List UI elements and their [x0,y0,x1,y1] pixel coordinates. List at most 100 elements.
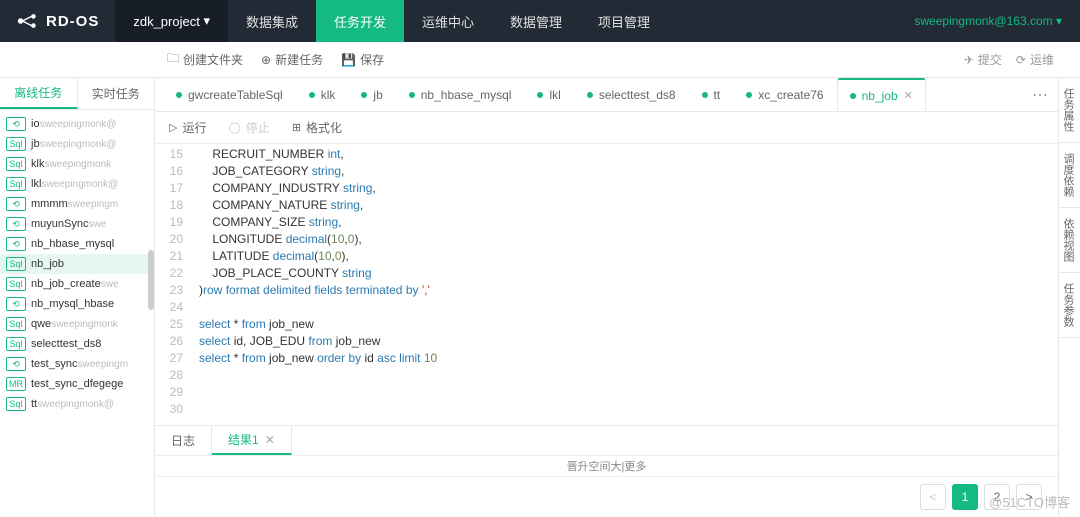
logo-icon [16,12,38,30]
result-tab[interactable]: 结果1✕ [212,426,292,455]
send-icon: ✈ [964,53,974,67]
save-button[interactable]: 💾保存 [341,51,384,68]
nav-task-dev[interactable]: 任务开发 [316,0,404,42]
workspace-toolbar: 🗀创建文件夹 ⊕新建任务 💾保存 ✈提交 ⟳运维 [0,42,1080,78]
nav-data-mgmt[interactable]: 数据管理 [492,0,580,42]
type-badge: Sql [6,137,26,151]
type-badge: Sql [6,157,26,171]
tree-item[interactable]: ⟲ nb_mysql_hbase [0,294,154,314]
file-tab[interactable]: nb_hbase_mysql [396,78,525,111]
file-tab[interactable]: jb [348,78,395,111]
tree-item-label: nb_job_create [31,278,101,290]
file-tabs: gwcreateTableSql klkjbnb_hbase_mysql lkl se… [155,78,1058,112]
dirty-dot-icon [587,92,593,98]
right-panel-tab[interactable]: 任务参数 [1059,273,1080,338]
file-tab[interactable]: selecttest_ds8 [574,78,689,111]
new-task-button[interactable]: ⊕新建任务 [261,51,323,68]
right-side-panels: 任务属性调度依赖依赖视图任务参数 [1058,78,1080,517]
code-content[interactable]: RECRUIT_NUMBER int, JOB_CATEGORY string,… [191,144,1058,425]
type-badge: ⟲ [6,357,26,371]
editor-toolbar: ▷运行 ◯停止 ⊞格式化 [155,112,1058,144]
close-icon[interactable]: ✕ [904,89,913,102]
tree-item-label: io [31,118,40,130]
nav-ops-center[interactable]: 运维中心 [404,0,492,42]
dirty-dot-icon [309,92,315,98]
file-tab[interactable]: tt [689,78,734,111]
sidebar-tabs: 离线任务 实时任务 [0,78,154,110]
task-tree[interactable]: ⟲iosweepingmonk@Sqljbsweepingmonk@Sqlklk… [0,110,154,517]
file-tab[interactable]: gwcreateTableSql [163,78,296,111]
file-tab-label: klk [321,88,336,102]
tree-item[interactable]: ⟲nb_hbase_mysql [0,234,154,254]
code-editor[interactable]: 15161718192021222324252627282930 RECRUIT… [155,144,1058,425]
tree-item[interactable]: Sqlselecttest_ds8 [0,334,154,354]
new-folder-button[interactable]: 🗀创建文件夹 [167,49,243,70]
tree-item[interactable]: Sqlnb_job [0,254,154,274]
project-selector[interactable]: zdk_project ▾ [115,0,228,42]
log-tab[interactable]: 日志 [155,426,212,455]
result-preview: 晋升空间大|更多 [155,455,1058,477]
tree-item-label: test_sync_dfegege [31,378,123,390]
tree-item-label: nb_mysql_hbase [31,298,114,310]
page-1[interactable]: 1 [952,484,978,510]
stop-icon: ◯ [228,121,240,134]
refresh-icon: ⟳ [1016,53,1026,67]
page-prev[interactable]: < [920,484,946,510]
tree-item[interactable]: ⟲muyunSyncswe [0,214,154,234]
tree-item-owner: sweepingm [77,359,128,370]
bottom-tabs: 日志 结果1✕ [155,425,1058,455]
nav-project-mgmt[interactable]: 项目管理 [580,0,668,42]
file-tab-label: lkl [549,88,560,102]
tree-item[interactable]: ⟲iosweepingmonk@ [0,114,154,134]
ops-button[interactable]: ⟳运维 [1016,51,1054,68]
sidebar-tab-offline[interactable]: 离线任务 [0,78,78,109]
dirty-dot-icon [850,93,856,99]
tree-item[interactable]: Sqllklsweepingmonk@ [0,174,154,194]
tree-item-owner: sweepingmonk [44,159,111,170]
stop-button[interactable]: ◯停止 [228,119,269,136]
play-icon: ▷ [169,121,177,134]
submit-button[interactable]: ✈提交 [964,51,1002,68]
type-badge: ⟲ [6,297,26,311]
tree-item[interactable]: Sqlqwesweepingmonk [0,314,154,334]
watermark: @51CTO博客 [989,492,1070,511]
pagination: < 1 2 > [155,477,1058,517]
sidebar-tab-realtime[interactable]: 实时任务 [78,78,155,109]
tree-item-owner: sweepingmonk@ [37,399,114,410]
tree-item-label: selecttest_ds8 [31,338,101,350]
tree-item-label: nb_job [31,258,64,270]
tree-item[interactable]: Sqlklksweepingmonk [0,154,154,174]
tree-item-label: klk [31,158,44,170]
right-panel-tab[interactable]: 任务属性 [1059,78,1080,143]
tree-item[interactable]: ⟲mmmmsweepingm [0,194,154,214]
dirty-dot-icon [746,92,752,98]
tree-item[interactable]: Sqlttsweepingmonk@ [0,394,154,414]
tabs-overflow[interactable]: ⋯ [1022,78,1058,111]
nav-data-integration[interactable]: 数据集成 [228,0,316,42]
tree-item-owner: sweepingmonk@ [40,139,117,150]
right-panel-tab[interactable]: 依赖视图 [1059,208,1080,273]
scrollbar-thumb[interactable] [148,250,154,310]
tree-item-label: qwe [31,318,51,330]
folder-icon: 🗀 [167,49,179,70]
file-tab[interactable]: xc_create76 [733,78,836,111]
type-badge: Sql [6,397,26,411]
tree-item[interactable]: ⟲test_syncsweepingm [0,354,154,374]
tree-item[interactable]: Sqljbsweepingmonk@ [0,134,154,154]
run-button[interactable]: ▷运行 [169,119,206,136]
tree-item-owner: sweepingm [68,199,119,210]
format-button[interactable]: ⊞格式化 [292,119,342,136]
type-badge: ⟲ [6,217,26,231]
right-panel-tab[interactable]: 调度依赖 [1059,143,1080,208]
tree-item-owner: sweepingmonk [51,319,118,330]
tree-item[interactable]: MRtest_sync_dfegege [0,374,154,394]
user-menu[interactable]: sweepingmonk@163.com ▾ [896,14,1080,28]
editor-panel: gwcreateTableSql klkjbnb_hbase_mysql lkl se… [155,78,1058,517]
file-tab[interactable]: klk [296,78,349,111]
line-gutter: 15161718192021222324252627282930 [155,144,191,425]
dirty-dot-icon [702,92,708,98]
tree-item[interactable]: Sqlnb_job_createswe [0,274,154,294]
file-tab[interactable]: nb_job✕ [837,78,926,111]
close-icon[interactable]: ✕ [265,433,275,447]
file-tab[interactable]: lkl [524,78,573,111]
